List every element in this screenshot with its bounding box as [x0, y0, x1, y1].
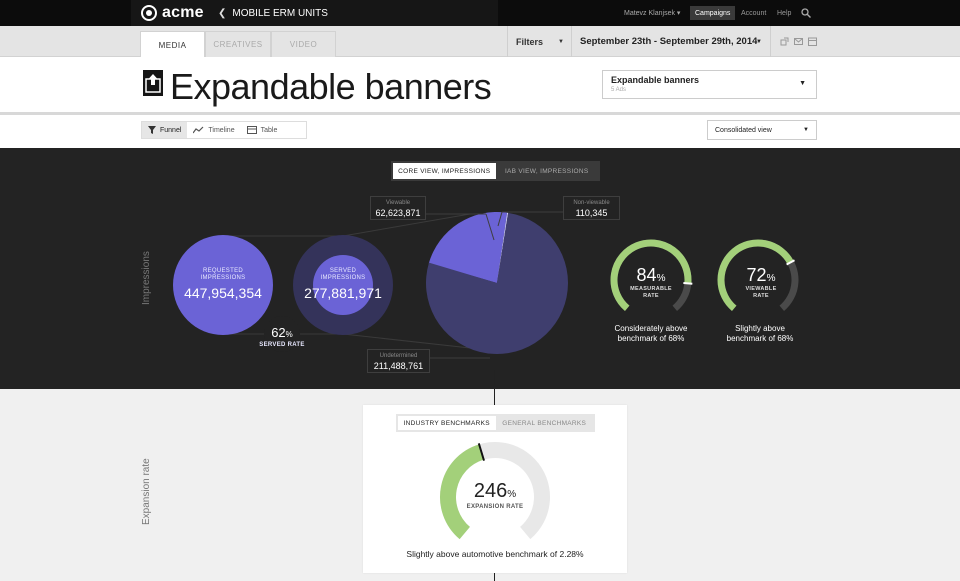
view-timeline-label: Timeline	[208, 126, 235, 134]
caret-down-icon: ▼	[558, 38, 564, 45]
undetermined-label: Undetermined	[379, 353, 418, 359]
served-rate-label: SERVED RATE	[259, 342, 305, 348]
served-impressions: SERVED IMPRESSIONS 277,881,971	[293, 268, 393, 301]
measurable-rate-label: MEASURABLE RATE	[630, 286, 672, 299]
tab-creatives[interactable]: CREATIVES	[205, 31, 271, 57]
ad-selector-title: Expandable banners	[611, 75, 700, 85]
viewable-value: 62,623,871	[375, 208, 421, 218]
viewable-rate-readout: 72% VIEWABLE RATE	[721, 265, 801, 300]
tab-media[interactable]: MEDIA	[140, 31, 205, 58]
viewable-label: Viewable	[385, 200, 411, 206]
measurable-caption-line2: benchmark of 68%	[617, 334, 685, 343]
view-switcher: Funnel Timeline Table	[141, 121, 307, 139]
user-name: Matevz Klanjsek	[624, 10, 675, 17]
search-icon[interactable]	[801, 8, 811, 18]
view-mode-label: Consolidated view	[715, 127, 772, 134]
nav-account[interactable]: Account	[736, 6, 771, 20]
requested-value: 447,954,354	[184, 285, 262, 301]
expansion-section-label: Expansion rate	[141, 458, 152, 525]
undetermined-value: 211,488,761	[373, 361, 424, 371]
date-range-label: September 23th - September 29th, 2014	[580, 36, 758, 47]
served-label: SERVED IMPRESSIONS	[320, 268, 366, 281]
non-viewable-value: 110,345	[575, 208, 608, 218]
served-value: 277,881,971	[304, 285, 382, 301]
logo-mark-icon	[141, 5, 157, 21]
caret-down-icon: ▼	[799, 80, 806, 87]
brand-logo[interactable]: acme	[141, 4, 204, 22]
funnel-icon	[148, 126, 156, 134]
tab-video[interactable]: VIDEO	[271, 31, 336, 57]
nav-help[interactable]: Help	[772, 6, 796, 20]
ad-selector-count: 5 Ads	[611, 87, 627, 93]
undetermined-label-box: Undetermined 211,488,761	[367, 349, 430, 373]
brand-name: acme	[162, 4, 204, 21]
view-timeline[interactable]: Timeline	[187, 122, 240, 138]
measurable-rate-readout: 84% MEASURABLE RATE	[614, 265, 688, 300]
filters-dropdown[interactable]: Filters ▼	[507, 26, 572, 57]
upload-icon	[143, 70, 163, 96]
mail-icon[interactable]	[794, 37, 803, 46]
expansion-rate-value: 246	[473, 480, 508, 502]
viewable-caption-line1: Slightly above	[735, 324, 785, 333]
served-rate-unit: %	[285, 330, 293, 339]
connector-line	[494, 370, 495, 405]
served-rate-value: 62	[271, 325, 286, 340]
breadcrumb-label: MOBILE ERM UNITS	[232, 8, 328, 19]
expansion-rate-unit: %	[507, 489, 517, 500]
user-menu[interactable]: Matevz Klanjsek ▾	[624, 9, 680, 17]
caret-down-icon: ▼	[803, 127, 809, 133]
impressions-funnel-graphic	[173, 211, 799, 359]
nav-campaigns[interactable]: Campaigns	[690, 6, 736, 20]
timeline-icon	[193, 126, 204, 134]
requested-impressions: REQUESTED IMPRESSIONS 447,954,354	[173, 268, 273, 301]
requested-label: REQUESTED IMPRESSIONS	[200, 268, 246, 281]
view-table-label: Table	[260, 126, 278, 134]
measurable-rate-caption: Considerately above benchmark of 68%	[596, 324, 706, 344]
view-mode-dropdown[interactable]: Consolidated view ▼	[707, 120, 817, 140]
viewable-rate-caption: Slightly above benchmark of 68%	[704, 324, 816, 344]
view-funnel[interactable]: Funnel	[142, 122, 188, 138]
viewable-label-box: Viewable 62,623,871	[370, 196, 426, 220]
date-range-picker[interactable]: September 23th - September 29th, 2014 ▼	[572, 26, 771, 57]
viewable-rate-unit: %	[766, 273, 776, 284]
measurable-caption-line1: Considerately above	[614, 324, 688, 333]
ad-selector[interactable]: Expandable banners 5 Ads ▼	[602, 70, 817, 99]
page-title: Expandable banners	[170, 66, 492, 107]
share-icon[interactable]	[780, 37, 789, 46]
view-funnel-label: Funnel	[160, 126, 182, 134]
served-rate: 62% SERVED RATE	[257, 324, 307, 349]
calendar-icon[interactable]	[808, 37, 817, 46]
measurable-rate-value: 84	[636, 265, 657, 285]
viewable-caption-line2: benchmark of 68%	[726, 334, 794, 343]
table-icon	[246, 126, 257, 134]
viewable-rate-value: 72	[746, 265, 767, 285]
view-table[interactable]: Table	[241, 122, 284, 138]
expansion-rate-label: EXPANSION RATE	[466, 504, 524, 510]
viewability-pie	[425, 211, 568, 354]
caret-down-icon: ▼	[756, 38, 762, 45]
viewable-rate-label: VIEWABLE RATE	[745, 286, 777, 299]
caret-down-icon: ▾	[676, 10, 681, 17]
measurable-rate-unit: %	[656, 273, 666, 284]
non-viewable-label: Non-viewable	[573, 200, 610, 206]
expansion-rate-readout: 246% EXPANSION RATE	[445, 480, 545, 510]
connector-line	[494, 573, 495, 581]
breadcrumb[interactable]: ❮ MOBILE ERM UNITS	[218, 8, 328, 19]
filters-label: Filters	[516, 36, 544, 47]
non-viewable-label-box: Non-viewable 110,345	[563, 196, 620, 220]
expansion-caption: Slightly above automotive benchmark of 2…	[406, 549, 584, 559]
chevron-left-icon: ❮	[218, 8, 227, 19]
